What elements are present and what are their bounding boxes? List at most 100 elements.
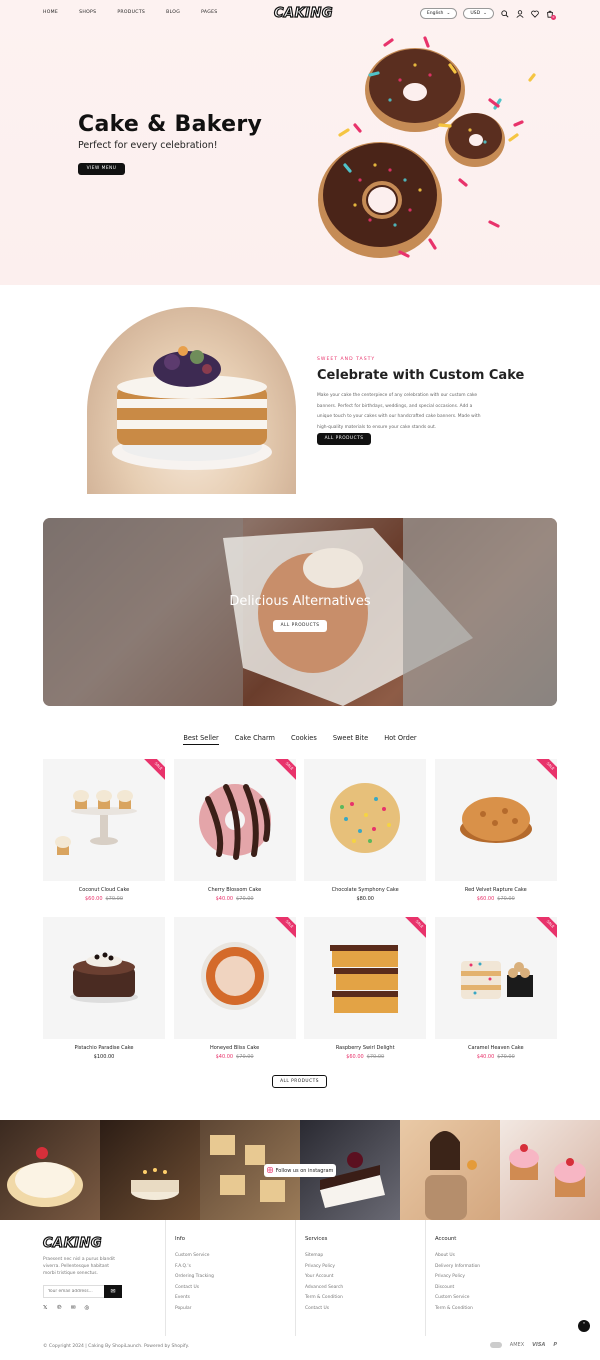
product-image[interactable]: SALE: [173, 917, 296, 1039]
product-card[interactable]: SALE Caramel Heaven Cake $40.00 $70.00: [434, 917, 557, 1075]
currency-select[interactable]: USD ⌄: [463, 8, 494, 19]
nav-home[interactable]: HOME: [43, 10, 58, 15]
instagram-photo[interactable]: [0, 1120, 100, 1220]
product-card[interactable]: SALE Red Velvet Rapture Cake $60.00 $70.0…: [434, 759, 557, 917]
product-image[interactable]: SALE: [434, 917, 557, 1039]
footer-link[interactable]: Term & Condition: [305, 1295, 425, 1306]
product-image[interactable]: SALE: [173, 759, 296, 881]
nav-products[interactable]: PRODUCTS: [117, 10, 145, 15]
follow-instagram-label: Follow us on instagram: [275, 1167, 334, 1174]
product-name[interactable]: Coconut Cloud Cake: [43, 887, 165, 893]
nav-blog[interactable]: BLOG: [166, 10, 180, 15]
cart-icon[interactable]: 0: [545, 9, 556, 20]
toggle-icon: [489, 1342, 502, 1348]
email-field[interactable]: [43, 1285, 104, 1299]
view-all-products-button[interactable]: ALL PRODUCTS: [272, 1075, 327, 1088]
product-grid: SALE Coconut Cloud Cake $60.00 $70.00 SAL…: [43, 759, 557, 1075]
promo-banner: Delicious Alternatives ALL PRODUCTS: [43, 518, 557, 706]
sale-price: $40.00: [215, 1054, 234, 1060]
footer-col-title: Services: [305, 1236, 328, 1242]
newsletter-form: ✉: [43, 1285, 122, 1299]
footer-link[interactable]: Discount: [435, 1285, 555, 1296]
footer-link[interactable]: Your Account: [305, 1274, 425, 1285]
search-icon[interactable]: [500, 9, 509, 18]
tab-hot-order[interactable]: Hot Order: [384, 734, 416, 745]
product-price: $80.00: [304, 896, 426, 902]
footer-link[interactable]: Advanced Search: [305, 1285, 425, 1296]
instagram-photo[interactable]: [400, 1120, 500, 1220]
product-card[interactable]: SALE Cherry Blossom Cake $40.00 $70.00: [173, 759, 296, 917]
footer-link[interactable]: F.A.Q.'s: [175, 1264, 295, 1275]
footer-link[interactable]: Custom Service: [435, 1295, 555, 1306]
site-logo[interactable]: CAKING: [273, 5, 333, 21]
instagram-photo[interactable]: [500, 1120, 600, 1220]
tab-cookies[interactable]: Cookies: [291, 734, 317, 745]
product-name[interactable]: Red Velvet Rapture Cake: [435, 887, 557, 893]
product-card[interactable]: SALE Honeyed Bliss Cake $40.00 $70.00: [173, 917, 296, 1075]
product-price: $60.00 $70.00: [304, 1054, 426, 1060]
instagram-photo[interactable]: [100, 1120, 200, 1220]
product-name[interactable]: Pistachio Paradise Cake: [43, 1045, 165, 1051]
x-twitter-icon[interactable]: 𝕏: [43, 1305, 47, 1311]
product-card[interactable]: Chocolate Symphony Cake $80.00: [304, 759, 427, 917]
regular-price: $100.00: [93, 1054, 115, 1060]
all-products-button[interactable]: ALL PRODUCTS: [317, 433, 371, 445]
product-name[interactable]: Chocolate Symphony Cake: [304, 887, 426, 893]
section-title: Celebrate with Custom Cake: [317, 368, 525, 383]
banner-all-products-button[interactable]: ALL PRODUCTS: [273, 620, 327, 632]
product-price: $40.00 $70.00: [435, 1054, 557, 1060]
nav-pages[interactable]: PAGES: [201, 10, 217, 15]
copyright-text: © Copyright 2024 | Caking By ShopiLaunch…: [43, 1344, 190, 1349]
product-image[interactable]: [304, 759, 427, 881]
tab-best-seller[interactable]: Best Seller: [183, 734, 219, 745]
old-price: $70.00: [366, 1054, 385, 1060]
product-name[interactable]: Honeyed Bliss Cake: [174, 1045, 296, 1051]
view-menu-button[interactable]: VIEW MENU: [78, 163, 125, 175]
product-name[interactable]: Caramel Heaven Cake: [435, 1045, 557, 1051]
footer-link[interactable]: Ordering Tracking: [175, 1274, 295, 1285]
product-image[interactable]: SALE: [434, 759, 557, 881]
footer-link[interactable]: Sitemap: [305, 1253, 425, 1264]
instagram-icon: [266, 1166, 273, 1175]
product-image[interactable]: SALE: [304, 917, 427, 1039]
footer-link[interactable]: Events: [175, 1295, 295, 1306]
language-label: English: [426, 11, 444, 16]
subscribe-button[interactable]: ✉: [104, 1285, 122, 1299]
language-select[interactable]: English ⌄: [419, 8, 458, 19]
user-icon[interactable]: [515, 9, 524, 18]
footer-link[interactable]: Custom Service: [175, 1253, 295, 1264]
product-name[interactable]: Cherry Blossom Cake: [174, 887, 296, 893]
footer-col-title: Info: [175, 1236, 186, 1242]
footer-link[interactable]: Contact Us: [175, 1285, 295, 1296]
footer-link[interactable]: Popular: [175, 1306, 295, 1317]
product-card[interactable]: SALE Coconut Cloud Cake $60.00 $70.00: [43, 759, 165, 917]
footer-link[interactable]: Term & Condition: [435, 1306, 555, 1317]
product-name[interactable]: Raspberry Swirl Delight: [304, 1045, 426, 1051]
footer-link[interactable]: Contact Us: [305, 1306, 425, 1317]
heart-icon[interactable]: [530, 9, 539, 18]
product-image[interactable]: [43, 917, 165, 1039]
nav-shops[interactable]: SHOPS: [79, 10, 96, 15]
hero-title: Cake & Bakery: [78, 112, 263, 137]
section-eyebrow: SWEET AND TASTY: [317, 357, 376, 362]
follow-instagram-button[interactable]: Follow us on instagram: [264, 1164, 336, 1177]
instagram-icon[interactable]: ◎: [85, 1305, 90, 1311]
main-nav: HOME SHOPS PRODUCTS BLOG PAGES: [43, 10, 239, 15]
footer-link[interactable]: Delivery Information: [435, 1264, 555, 1275]
sale-price: $60.00: [85, 896, 103, 902]
tab-sweet-bite[interactable]: Sweet Bite: [333, 734, 368, 745]
footer-logo[interactable]: CAKING: [42, 1235, 123, 1251]
email-icon[interactable]: ✉: [71, 1305, 76, 1311]
scroll-to-top-button[interactable]: ˄: [578, 1320, 590, 1332]
paypal-icon: P: [553, 1342, 557, 1348]
tab-cake-charm[interactable]: Cake Charm: [235, 734, 275, 745]
footer-link[interactable]: About Us: [435, 1253, 555, 1264]
site-footer: CAKING Praesent nec nisl a purus blandit…: [0, 1220, 600, 1360]
footer-link[interactable]: Privacy Policy: [435, 1274, 555, 1285]
old-price: $70.00: [497, 1054, 515, 1060]
product-card[interactable]: Pistachio Paradise Cake $100.00: [43, 917, 165, 1075]
product-card[interactable]: SALE Raspberry Swirl Delight $60.00 $70.0…: [304, 917, 427, 1075]
product-image[interactable]: SALE: [43, 759, 165, 881]
pinterest-icon[interactable]: ℗: [56, 1305, 62, 1311]
footer-link[interactable]: Privacy Policy: [305, 1264, 425, 1275]
